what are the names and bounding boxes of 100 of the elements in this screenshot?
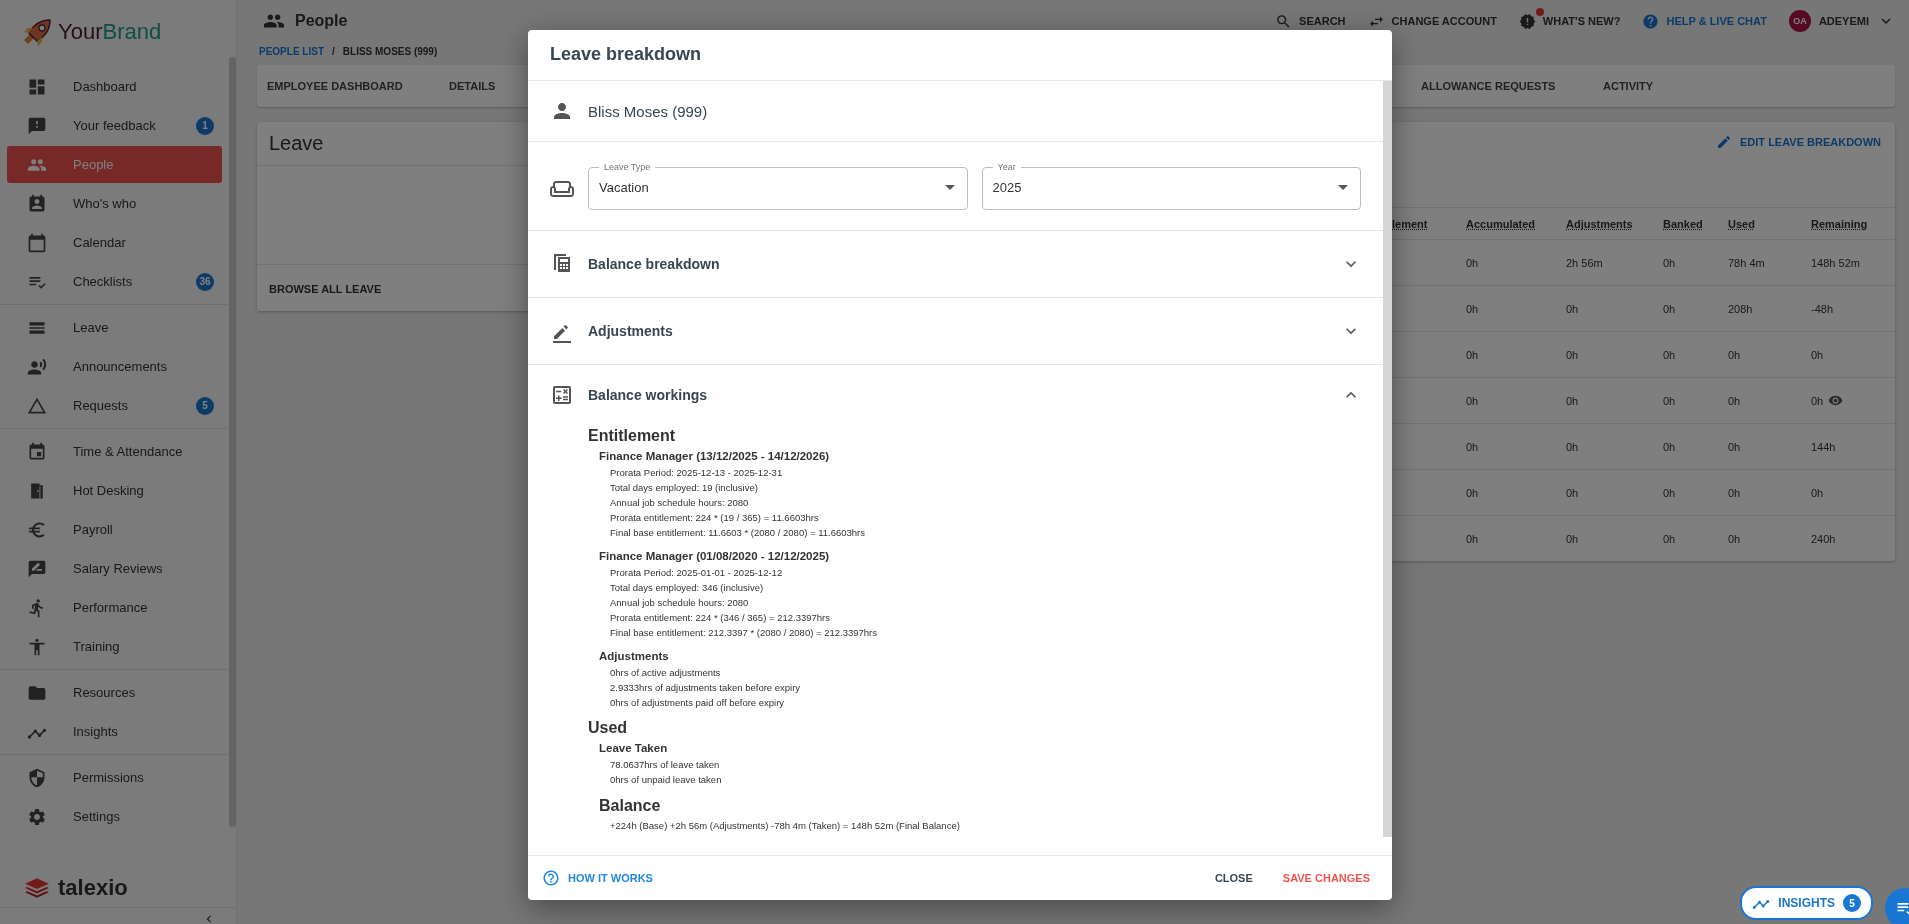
table-cell: 0h	[1663, 348, 1676, 361]
workings-subheading: Finance Manager (13/12/2025 - 14/12/2026)	[599, 449, 831, 464]
insights-button[interactable]: INSIGHTS 5	[1740, 886, 1873, 920]
help-button[interactable]: HOW IT WORKS	[542, 869, 653, 887]
count-badge: 36	[196, 272, 214, 291]
nav-item[interactable]: Checklists 36	[7, 263, 222, 300]
calculator-icon	[550, 383, 574, 407]
column-header[interactable]: Remaining	[1811, 217, 1895, 230]
table-cell: 0h	[1663, 394, 1676, 407]
workings-line: 78.0637hrs of leave taken	[609, 758, 721, 772]
browse-link[interactable]: BROWSE ALL LEAVE	[269, 283, 382, 295]
nav-item[interactable]: Permissions	[7, 759, 222, 796]
column-header[interactable]: Adjustments	[1566, 217, 1663, 230]
workings-line: Final base entitlement: 212.3397 * (2080 / 2080) = 212.3397hrs	[609, 626, 878, 640]
count-badge: 5	[1843, 894, 1861, 912]
breadcrumb-current: BLISS MOSES (999)	[342, 45, 438, 57]
dialog-title: Leave breakdown	[550, 44, 702, 64]
save-button[interactable]: SAVE CHANGES	[1272, 864, 1380, 892]
nav-item[interactable]: Your feedback 1	[7, 107, 222, 144]
edit-button[interactable]: EDIT LEAVE BREAKDOWN	[1716, 134, 1881, 150]
brand-name: YourBrand	[58, 19, 162, 45]
eye-icon[interactable]	[1828, 393, 1844, 408]
nav-item[interactable]: Salary Reviews	[7, 550, 222, 587]
tab[interactable]: ALLOWANCE REQUESTS	[1411, 65, 1593, 107]
table-cell: 0h	[1466, 256, 1479, 269]
nav-item[interactable]: Training	[7, 628, 222, 665]
nav-item[interactable]: Insights	[7, 713, 222, 750]
nav-item[interactable]: Who's who	[7, 185, 222, 222]
settings-icon	[27, 806, 47, 827]
table-cell: 0h	[1728, 486, 1741, 499]
table-cell: 0h	[1466, 302, 1479, 315]
header-link[interactable]: CHANGE ACCOUNT	[1367, 12, 1497, 30]
scrollbar[interactable]	[1383, 81, 1392, 837]
header-link[interactable]: SEARCH	[1275, 12, 1346, 30]
table-cell: 0h	[1663, 256, 1676, 269]
dropdown-arrow-icon	[944, 185, 955, 190]
nav-item[interactable]: Resources	[7, 674, 222, 711]
table-cell: 0h	[1663, 302, 1676, 315]
column-header[interactable]: Accumulated	[1466, 217, 1566, 230]
table-cell: 0h	[1466, 440, 1479, 453]
speaking-person-icon	[27, 356, 47, 377]
workings-line: 2.9333hrs of adjustments taken before expiry	[609, 681, 802, 695]
workings-line: Total days employed: 346 (inclusive)	[609, 581, 765, 595]
pencil-chat-icon	[27, 558, 47, 579]
column-header[interactable]: lement	[1392, 217, 1466, 230]
contact-card-icon	[27, 193, 47, 214]
table-cell: 0h	[1811, 348, 1824, 361]
table-cell: 0h	[1466, 394, 1479, 407]
nav-item[interactable]: Requests 5	[7, 387, 222, 424]
workings-subheading: Finance Manager (01/08/2020 - 12/12/2025)	[599, 549, 831, 564]
workings-subheading: Leave Taken	[599, 741, 669, 756]
accordion-header[interactable]: Balance workings	[528, 365, 1383, 425]
dropdown-arrow-icon	[1338, 185, 1348, 190]
nav-item[interactable]: Performance	[7, 589, 222, 626]
column-header[interactable]: Used	[1728, 217, 1811, 230]
close-button[interactable]: CLOSE	[1204, 864, 1263, 892]
table-cell: 0h	[1728, 440, 1741, 453]
nav-item[interactable]: Announcements	[7, 348, 222, 385]
calendar-event-icon	[27, 441, 47, 462]
avatar: OA	[1788, 10, 1811, 32]
table-cell: 0h	[1663, 486, 1676, 499]
person-arms-out-icon	[27, 636, 47, 657]
nav-item[interactable]: Leave	[7, 309, 222, 346]
help-icon	[1642, 12, 1660, 30]
table-cell: 0h	[1566, 486, 1579, 499]
nav-item[interactable]: People	[7, 146, 222, 183]
nav-item[interactable]: Settings	[7, 798, 222, 835]
table-cell: 0h	[1566, 394, 1579, 407]
breadcrumb-separator: /	[332, 45, 335, 57]
accordion-header[interactable]: Adjustments	[528, 298, 1383, 365]
tab[interactable]: EMPLOYEE DASHBOARD	[257, 65, 439, 107]
nav-item[interactable]: Dashboard	[7, 68, 222, 105]
table-cell: 0h	[1566, 440, 1579, 453]
table-cell: -48h	[1811, 302, 1834, 315]
header-link[interactable]: WHAT'S NEW?	[1518, 12, 1621, 30]
user-menu[interactable]: OA ADEYEMI	[1788, 10, 1895, 32]
table-cell: 240h	[1811, 532, 1836, 545]
table-cell: 208h	[1728, 302, 1753, 315]
nav-item[interactable]: Hot Desking	[7, 472, 222, 509]
header-link[interactable]: HELP & LIVE CHAT	[1642, 12, 1767, 30]
employee-name: Bliss Moses (999)	[588, 102, 708, 120]
workings-line: Total days employed: 19 (inclusive)	[609, 481, 759, 495]
workings-line: Prorata Period: 2025-01-01 - 2025-12-12	[609, 566, 784, 580]
nav-item[interactable]: Calendar	[7, 224, 222, 261]
nav-item[interactable]: Time & Attendance	[7, 433, 222, 470]
workings-heading: Entitlement	[588, 426, 677, 446]
table-cell: 0h	[1728, 394, 1741, 407]
breadcrumb-link[interactable]: PEOPLE LIST	[259, 45, 324, 57]
alert-badge-icon	[1518, 12, 1536, 30]
table-cell: 144h	[1811, 440, 1836, 453]
workings-line: Prorata Period: 2025-12-13 - 2025-12-31	[609, 466, 784, 480]
select-field[interactable]: Year 2025	[981, 162, 1361, 210]
stacked-layers-icon	[24, 877, 50, 899]
accordion-header[interactable]: Balance breakdown	[528, 231, 1383, 298]
workings-line: Annual job schedule hours: 2080	[609, 496, 750, 510]
column-header[interactable]: Banked	[1663, 217, 1728, 230]
tab[interactable]: ACTIVITY	[1593, 65, 1775, 107]
select-field[interactable]: Leave Type Vacation	[588, 162, 968, 210]
table-cell: 0h	[1566, 302, 1579, 315]
nav-item[interactable]: Payroll	[7, 511, 222, 548]
